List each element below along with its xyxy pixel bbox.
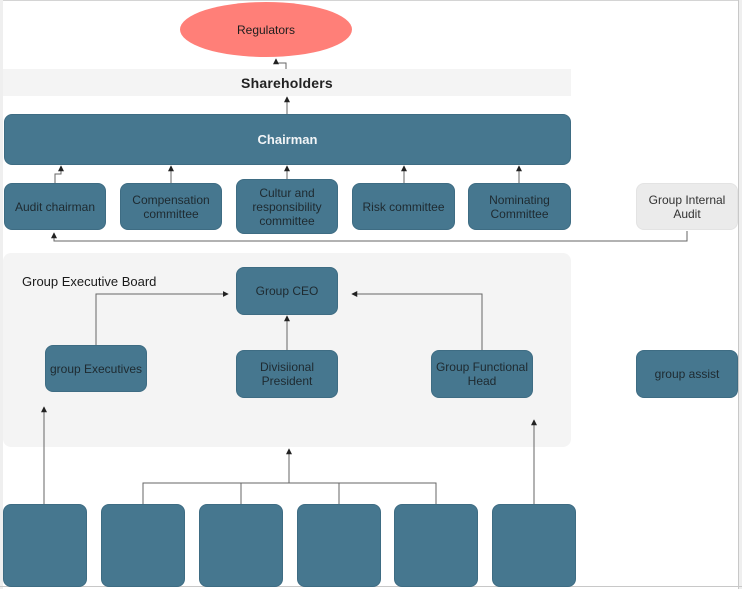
group-internal-audit-node[interactable]: Group Internal Audit (636, 183, 738, 230)
node-label: Compensation committee (132, 192, 210, 221)
node-label: Nominating Committee (489, 192, 550, 221)
chairman-node[interactable]: Chairman (4, 114, 571, 165)
group-assist-node[interactable]: group assist (636, 350, 738, 398)
regulators-node[interactable]: Regulators (180, 2, 352, 57)
node-label: group assist (654, 367, 720, 381)
node-label: Audit chairman (14, 199, 96, 214)
node-label: Group Functional Head (435, 360, 529, 388)
node-label: Cultur and responsibility committee (252, 185, 322, 228)
node-label: Risk committee (362, 199, 445, 214)
bottom-unit-1[interactable] (3, 504, 87, 587)
bottom-unit-4[interactable] (297, 504, 381, 587)
divisional-president-node[interactable]: Divisiional President (236, 350, 338, 398)
nominating-committee-node[interactable]: Nominating Committee (468, 183, 571, 230)
group-executives-node[interactable]: group Executives (45, 345, 147, 392)
node-label: Divisiional President (259, 360, 315, 388)
bottom-unit-5[interactable] (394, 504, 478, 587)
culture-committee-node[interactable]: Cultur and responsibility committee (236, 179, 338, 234)
node-label: Group Internal Audit (648, 192, 726, 221)
edge-functional-ceo (351, 291, 483, 350)
risk-committee-node[interactable]: Risk committee (352, 183, 455, 230)
edge-internal-audit-audit-chairman (51, 231, 688, 242)
group-ceo-node[interactable]: Group CEO (236, 267, 338, 315)
edge-audit-chairman (54, 165, 64, 183)
edge-units-board (142, 449, 437, 504)
bottom-unit-2[interactable] (101, 504, 185, 587)
node-label: group Executives (49, 361, 143, 376)
chairman-label: Chairman (257, 131, 318, 147)
compensation-committee-node[interactable]: Compensation committee (120, 183, 222, 230)
bottom-unit-6[interactable] (492, 504, 576, 587)
node-label: Group CEO (255, 284, 319, 298)
group-functional-head-node[interactable]: Group Functional Head (431, 350, 533, 398)
edge-shareholders-regulators (273, 58, 287, 69)
connectors-layer (41, 58, 688, 504)
bottom-unit-3[interactable] (199, 504, 283, 587)
regulators-label: Regulators (236, 22, 296, 37)
audit-chairman-node[interactable]: Audit chairman (4, 183, 106, 230)
edge-executives-ceo (95, 291, 229, 345)
